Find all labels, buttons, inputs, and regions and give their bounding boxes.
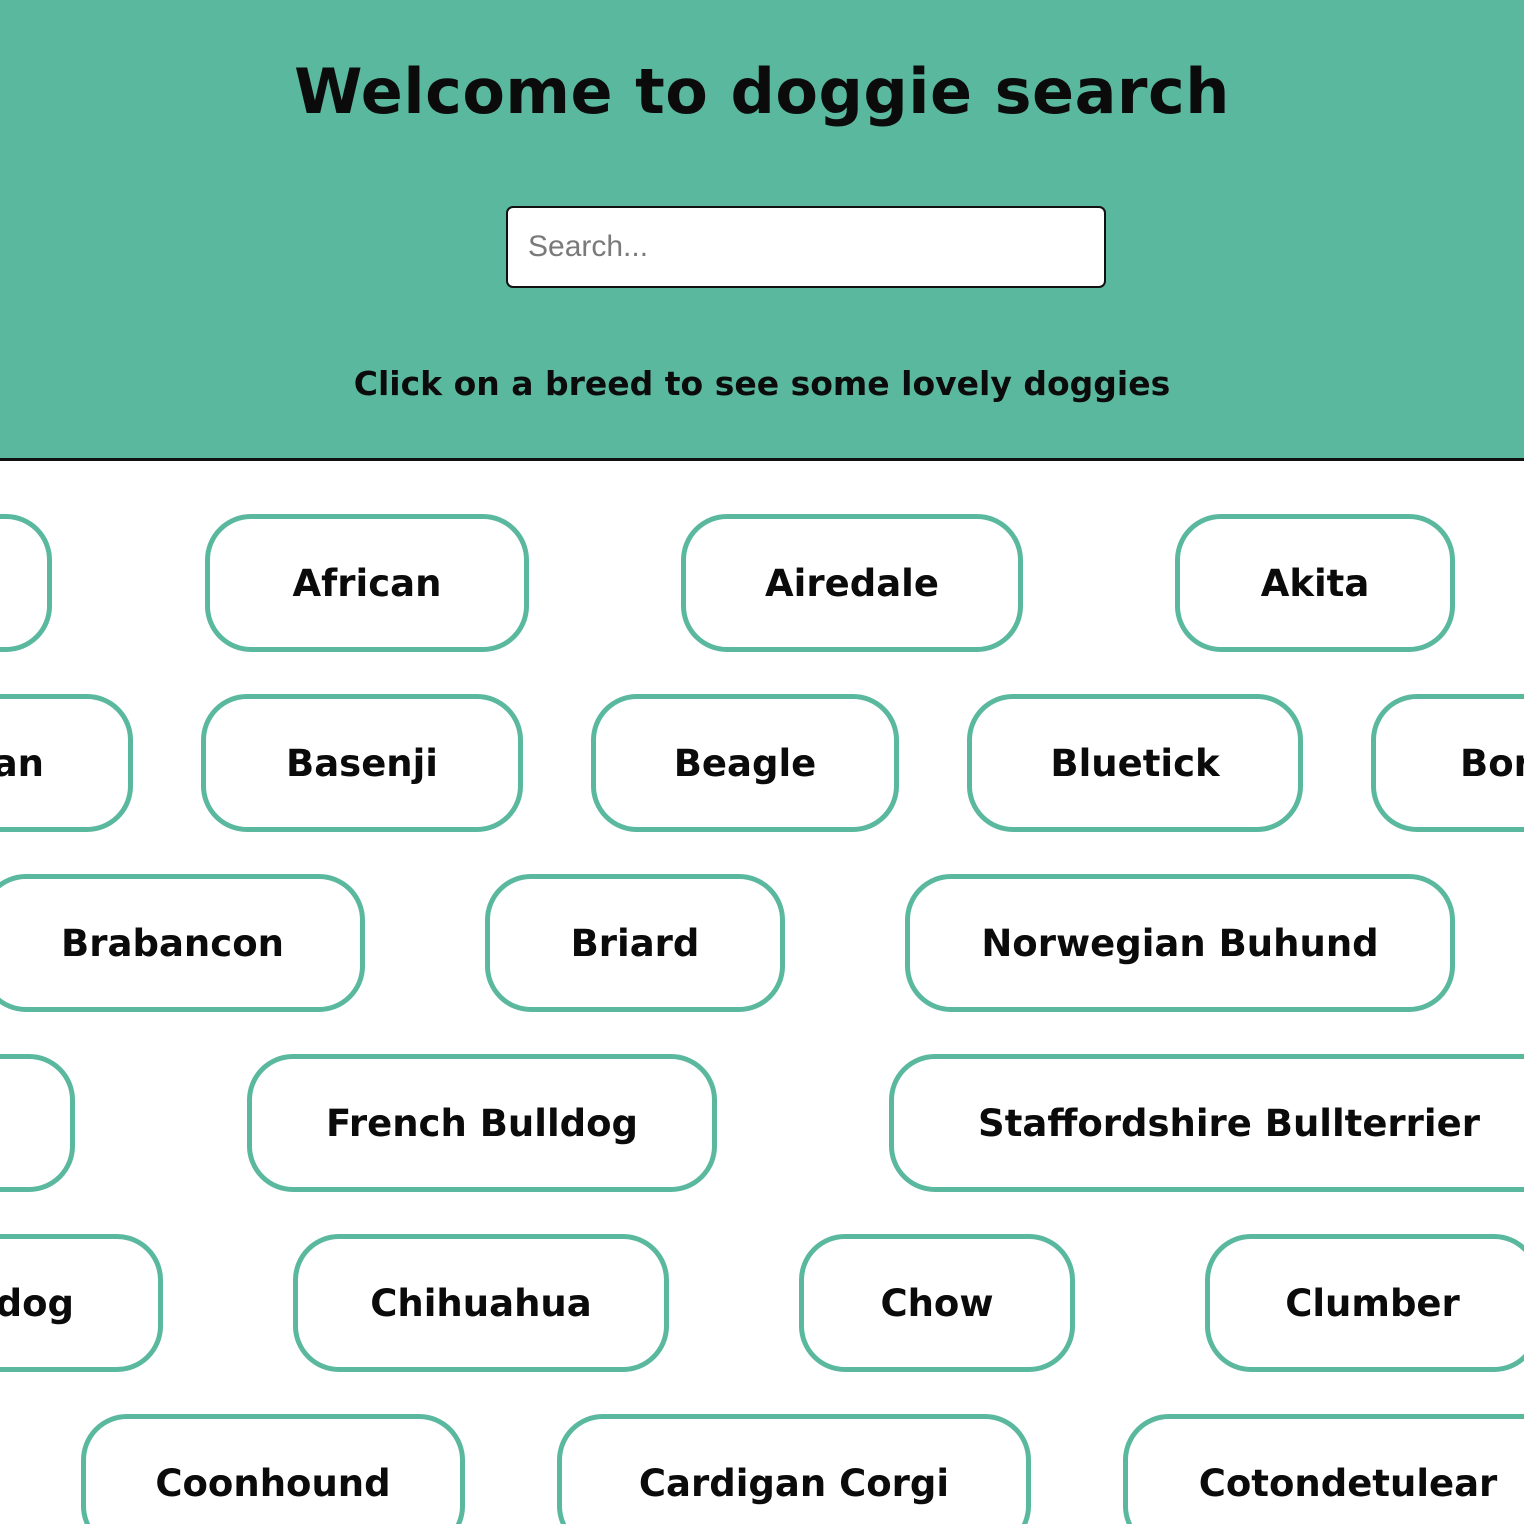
breed-button-coonhound[interactable]: Coonhound [81,1414,465,1524]
breed-button-norwegian-buhund[interactable]: Norwegian Buhund [905,874,1455,1012]
breed-button-beagle[interactable]: Beagle [591,694,899,832]
breed-button-cotondetulear[interactable]: Cotondetulear [1123,1414,1524,1524]
breed-button[interactable] [0,1054,75,1192]
breed-button-chow[interactable]: Chow [799,1234,1075,1372]
breed-button-basenji[interactable]: Basenji [201,694,523,832]
page-title: Welcome to doggie search [294,55,1230,128]
breed-button-bluetick[interactable]: Bluetick [967,694,1303,832]
breed-button-chihuahua[interactable]: Chihuahua [293,1234,669,1372]
breed-button-brabancon[interactable]: Brabancon [0,874,365,1012]
breed-button[interactable]: edog [0,1234,163,1372]
page-subtitle: Click on a breed to see some lovely dogg… [353,364,1171,403]
breed-button-african[interactable]: African [205,514,529,652]
breed-button[interactable]: an [0,694,133,832]
breed-button-briard[interactable]: Briard [485,874,785,1012]
breed-button-french-bulldog[interactable]: French Bulldog [247,1054,717,1192]
breed-button-cardigan-corgi[interactable]: Cardigan Corgi [557,1414,1031,1524]
breed-button[interactable] [0,514,52,652]
breed-list: African Airedale Akita an Basenji Beagle… [0,461,1524,1524]
breed-button-akita[interactable]: Akita [1175,514,1455,652]
header: Welcome to doggie search Click on a bree… [0,0,1524,461]
breed-button-staffordshire-bullterrier[interactable]: Staffordshire Bullterrier [889,1054,1524,1192]
search-input[interactable] [506,206,1106,288]
breed-button-airedale[interactable]: Airedale [681,514,1023,652]
breed-button[interactable]: Bor [1371,694,1524,832]
breed-button-clumber[interactable]: Clumber [1205,1234,1524,1372]
